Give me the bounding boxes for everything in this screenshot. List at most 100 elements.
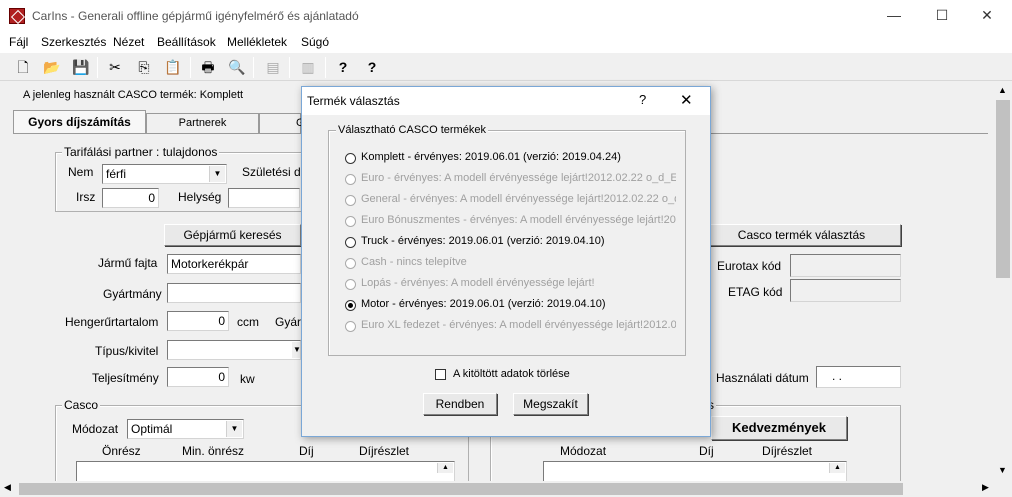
helyseg-input[interactable] bbox=[228, 188, 300, 208]
hengerurtartalom-input[interactable]: 0 bbox=[167, 311, 229, 331]
casco-product-select-button[interactable]: Casco termék választás bbox=[702, 224, 901, 246]
nem-label: Nem bbox=[68, 165, 94, 179]
vertical-scrollbar[interactable]: ▲ ▼ bbox=[994, 82, 1012, 482]
product-radio bbox=[345, 195, 356, 206]
vehicle-search-button[interactable]: Gépjármű keresés bbox=[164, 224, 301, 246]
col-dij: Díj bbox=[299, 444, 314, 458]
col-dijreszlet: Díjrészlet bbox=[359, 444, 410, 458]
casco-list[interactable]: ▲ bbox=[76, 461, 455, 483]
eurotax-input[interactable] bbox=[790, 254, 901, 277]
irsz-input[interactable]: 0 bbox=[102, 188, 159, 208]
etag-input[interactable] bbox=[790, 279, 901, 302]
product-radio bbox=[345, 258, 356, 269]
documents-icon[interactable]: ▥ bbox=[297, 57, 319, 78]
eurotax-label: Eurotax kód bbox=[717, 259, 782, 273]
product-radio[interactable] bbox=[345, 237, 356, 248]
gyartmany-label: Gyártmány bbox=[103, 287, 162, 301]
chevron-down-icon[interactable]: ▼ bbox=[209, 166, 225, 182]
print-preview-icon[interactable]: 🔍 bbox=[226, 57, 248, 78]
app-icon bbox=[9, 8, 25, 24]
szuletesi-label: Születési d bbox=[242, 165, 301, 179]
clear-data-label: A kitöltött adatok törlése bbox=[453, 368, 570, 380]
scroll-down-icon[interactable]: ▼ bbox=[998, 465, 1007, 475]
toolbar-separator bbox=[97, 57, 98, 78]
tab-g[interactable]: G bbox=[259, 113, 305, 133]
product-radio bbox=[345, 279, 356, 290]
tipus-kivitel-select[interactable]: ▼ bbox=[167, 340, 301, 360]
product-option-label[interactable]: Truck - érvényes: 2019.06.01 (verzió: 20… bbox=[361, 235, 676, 247]
scrollbar-thumb[interactable] bbox=[19, 483, 903, 495]
maximize-button[interactable]: ☐ bbox=[919, 0, 965, 31]
jarmu-fajta-input[interactable]: Motorkerékpár bbox=[167, 254, 301, 274]
ok-button[interactable]: Rendben bbox=[423, 393, 497, 415]
jarmu-fajta-label: Jármű fajta bbox=[98, 256, 158, 270]
cut-icon[interactable]: ✂ bbox=[104, 57, 126, 78]
clear-data-checkbox[interactable] bbox=[435, 369, 446, 380]
cancel-button[interactable]: Megszakít bbox=[513, 393, 588, 415]
product-option-label: Euro XL fedezet - érvényes: A modell érv… bbox=[361, 319, 676, 331]
gyartasi-label: Gyárt bbox=[275, 315, 305, 329]
window-title: CarIns - Generali offline gépjármű igény… bbox=[32, 9, 359, 23]
discount-list[interactable]: ▲ bbox=[543, 461, 847, 483]
menu-beallitasok[interactable]: Beállítások bbox=[157, 35, 216, 49]
col2-dij: Díj bbox=[699, 444, 714, 458]
teljesitmeny-input[interactable]: 0 bbox=[167, 367, 229, 387]
nem-select[interactable]: férfi ▼ bbox=[102, 164, 227, 184]
open-folder-icon[interactable]: 📂 bbox=[41, 57, 63, 78]
scroll-left-icon[interactable]: ◀ bbox=[4, 482, 11, 493]
hasznalati-datum-input[interactable]: . . bbox=[816, 366, 901, 388]
scroll-up-icon[interactable]: ▲ bbox=[998, 85, 1007, 95]
menu-mellekletek[interactable]: Mellékletek bbox=[227, 35, 287, 49]
toolbar-separator bbox=[289, 57, 290, 78]
modozat-label: Módozat bbox=[72, 422, 119, 436]
tab-partnerek[interactable]: Partnerek bbox=[146, 113, 259, 133]
copy-icon[interactable]: ⎘ bbox=[133, 57, 155, 78]
product-radio[interactable] bbox=[345, 300, 356, 311]
print-icon[interactable]: 🖶 bbox=[197, 57, 219, 78]
chevron-down-icon[interactable]: ▼ bbox=[292, 342, 300, 358]
toolbar-separator bbox=[253, 57, 254, 78]
kedvezmenyek-button[interactable]: Kedvezmények bbox=[711, 416, 847, 440]
modozat-select-value: Optimál bbox=[131, 422, 173, 436]
save-icon[interactable]: 💾 bbox=[70, 57, 92, 78]
casco-group-title: Casco bbox=[62, 398, 101, 412]
teljesitmeny-label: Teljesítmény bbox=[92, 371, 159, 385]
scroll-up-icon[interactable]: ▲ bbox=[437, 463, 453, 473]
help-icon[interactable]: ? bbox=[332, 57, 354, 78]
product-radio[interactable] bbox=[345, 153, 356, 164]
col-onresz: Önrész bbox=[102, 444, 141, 458]
menu-szerkesztes[interactable]: Szerkesztés bbox=[41, 35, 106, 49]
product-option-label[interactable]: Komplett - érvényes: 2019.06.01 (verzió:… bbox=[361, 151, 676, 163]
product-option-label[interactable]: Motor - érvényes: 2019.06.01 (verzió: 20… bbox=[361, 298, 676, 310]
horizontal-scrollbar[interactable]: ◀ ▶ bbox=[0, 481, 1012, 497]
menu-sugo[interactable]: Súgó bbox=[301, 35, 329, 49]
product-option-label: General - érvényes: A modell érvényesség… bbox=[361, 193, 676, 205]
product-option-label: Euro - érvényes: A modell érvényessége l… bbox=[361, 172, 676, 184]
paste-icon[interactable]: 📋 bbox=[162, 57, 184, 78]
modozat-select[interactable]: Optimál ▼ bbox=[127, 419, 244, 439]
dialog-help-button[interactable]: ? bbox=[639, 92, 646, 107]
close-button[interactable]: ✕ bbox=[964, 0, 1010, 31]
dialog-close-button[interactable]: ✕ bbox=[680, 91, 693, 109]
hasznalati-datum-label: Használati dátum bbox=[716, 371, 809, 385]
nem-select-value: férfi bbox=[106, 167, 127, 181]
scroll-up-icon[interactable]: ▲ bbox=[829, 463, 845, 473]
scrollbar-thumb[interactable] bbox=[996, 100, 1010, 278]
document-icon[interactable]: ▤ bbox=[262, 57, 284, 78]
menu-bar: Fájl Szerkesztés Nézet Beállítások Mellé… bbox=[0, 31, 1012, 53]
menu-fajl[interactable]: Fájl bbox=[9, 35, 28, 49]
gyartmany-input[interactable] bbox=[167, 283, 301, 303]
product-option-label: Euro Bónuszmentes - érvényes: A modell é… bbox=[361, 214, 676, 226]
hengerurtartalom-label: Hengerűrtartalom bbox=[65, 315, 159, 329]
tariff-partner-group-title: Tarifálási partner : tulajdonos bbox=[62, 145, 220, 159]
whats-this-icon[interactable]: ? bbox=[361, 57, 383, 78]
product-radio bbox=[345, 216, 356, 227]
menu-nezet[interactable]: Nézet bbox=[113, 35, 144, 49]
product-radio bbox=[345, 321, 356, 332]
tab-gyors-dijszamitas[interactable]: Gyors díjszámítás bbox=[13, 110, 146, 134]
scroll-right-icon[interactable]: ▶ bbox=[982, 482, 989, 493]
new-file-icon[interactable]: 🗋 bbox=[12, 57, 34, 78]
chevron-down-icon[interactable]: ▼ bbox=[226, 421, 242, 437]
minimize-button[interactable]: — bbox=[871, 0, 917, 31]
toolbar-separator bbox=[325, 57, 326, 78]
